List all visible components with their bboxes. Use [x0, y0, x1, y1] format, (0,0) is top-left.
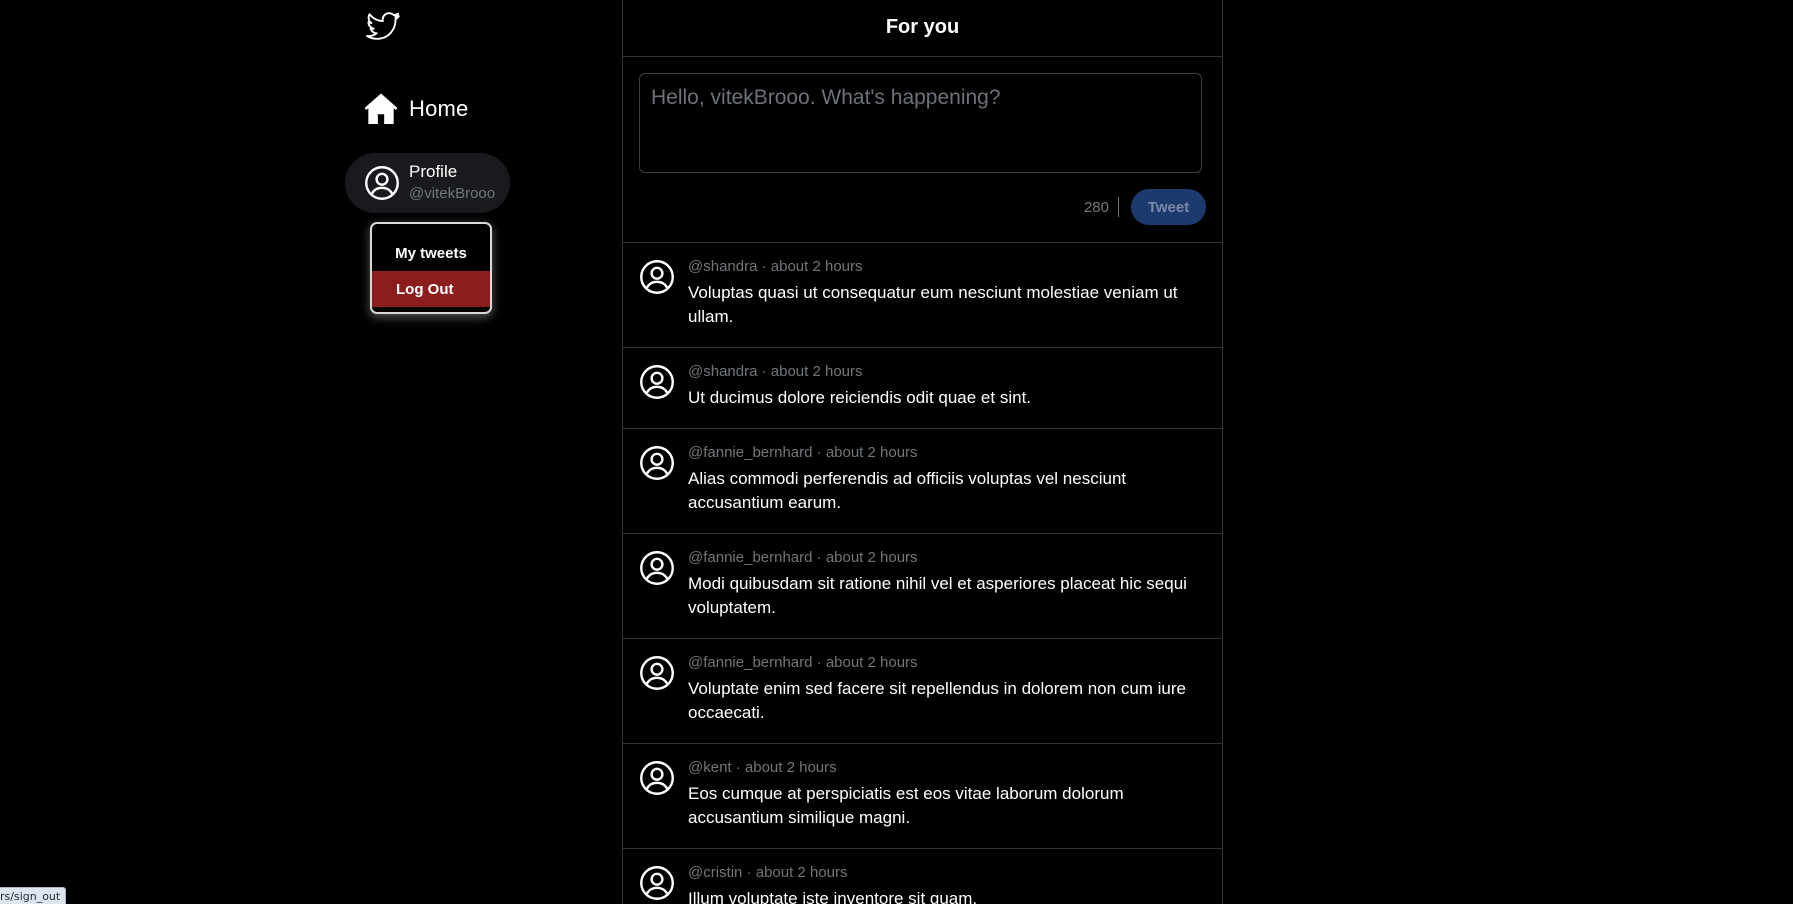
tweet-composer: 280 Tweet [623, 57, 1222, 243]
tweet-text: Voluptas quasi ut consequatur eum nesciu… [688, 283, 1178, 326]
user-circle-icon[interactable] [639, 760, 675, 796]
tweet-list: @shandra · about 2 hours Voluptas quasi … [623, 243, 1222, 904]
tweet-item[interactable]: @kent · about 2 hours Eos cumque at pers… [623, 744, 1222, 849]
tweet-input[interactable] [639, 73, 1202, 173]
tweet-text: Voluptate enim sed facere sit repellendu… [688, 679, 1187, 722]
tweet-meta: @shandra · about 2 hours [688, 363, 863, 380]
user-circle-icon [365, 166, 399, 200]
user-circle-icon[interactable] [639, 364, 675, 400]
twitter-bird-icon[interactable] [362, 7, 404, 45]
page-title: For you [885, 15, 960, 38]
profile-button[interactable]: Profile @vitekBrooo [345, 153, 510, 213]
tweet-item[interactable]: @shandra · about 2 hours Voluptas quasi … [623, 243, 1222, 348]
divider [1118, 197, 1119, 217]
profile-name: Profile [409, 162, 458, 181]
tweet-meta: @fannie_bernhard · about 2 hours [688, 444, 918, 461]
tweet-text: Modi quibusdam sit ratione nihil vel et … [688, 574, 1187, 617]
tweet-text: Eos cumque at perspiciatis est eos vitae… [688, 784, 1124, 827]
user-circle-icon[interactable] [639, 445, 675, 481]
browser-status-url: rs/sign_out [0, 887, 67, 904]
feed-header: For you [623, 0, 1222, 57]
home-icon [364, 93, 398, 125]
composer-actions: 280 Tweet [1084, 189, 1206, 225]
menu-item-log-out[interactable]: Log Out [372, 271, 490, 307]
menu-item-my-tweets[interactable]: My tweets [372, 235, 490, 271]
nav-home[interactable]: Home [362, 88, 469, 130]
profile-handle: @vitekBrooo [409, 185, 496, 202]
tweet-meta: @fannie_bernhard · about 2 hours [688, 549, 918, 566]
profile-dropdown-menu: My tweets Log Out [370, 222, 492, 314]
profile-texts: Profile @vitekBrooo [409, 162, 495, 204]
tweet-button[interactable]: Tweet [1131, 189, 1206, 225]
tweet-text: Ut ducimus dolore reiciendis odit quae e… [688, 388, 1032, 407]
tweet-item[interactable]: @shandra · about 2 hours Ut ducimus dolo… [623, 348, 1222, 429]
user-circle-icon[interactable] [639, 865, 675, 901]
tweet-meta: @cristin · about 2 hours [688, 864, 848, 881]
tweet-item[interactable]: @fannie_bernhard · about 2 hours Modi qu… [623, 534, 1222, 639]
nav-home-label: Home [409, 96, 469, 121]
char-counter: 280 [1083, 198, 1109, 216]
tweet-meta: @shandra · about 2 hours [688, 258, 863, 275]
tweet-item[interactable]: @fannie_bernhard · about 2 hours Volupta… [623, 639, 1222, 744]
tweet-meta: @kent · about 2 hours [688, 759, 837, 776]
user-circle-icon[interactable] [639, 259, 675, 295]
sidebar: Home Profile @vitekBrooo My tweets Log O… [345, 0, 605, 904]
user-circle-icon[interactable] [639, 655, 675, 691]
user-circle-icon[interactable] [639, 550, 675, 586]
main-feed: For you 280 Tweet @shandra · about 2 hou… [622, 0, 1223, 904]
tweet-item[interactable]: @fannie_bernhard · about 2 hours Alias c… [623, 429, 1222, 534]
tweet-text: Alias commodi perferendis ad officiis vo… [688, 469, 1127, 512]
app-root: Home Profile @vitekBrooo My tweets Log O… [0, 0, 1793, 904]
tweet-meta: @fannie_bernhard · about 2 hours [688, 654, 918, 671]
tweet-item[interactable]: @cristin · about 2 hours Illum voluptate… [623, 849, 1222, 904]
tweet-text: Illum voluptate iste inventore sit quam. [688, 889, 978, 904]
